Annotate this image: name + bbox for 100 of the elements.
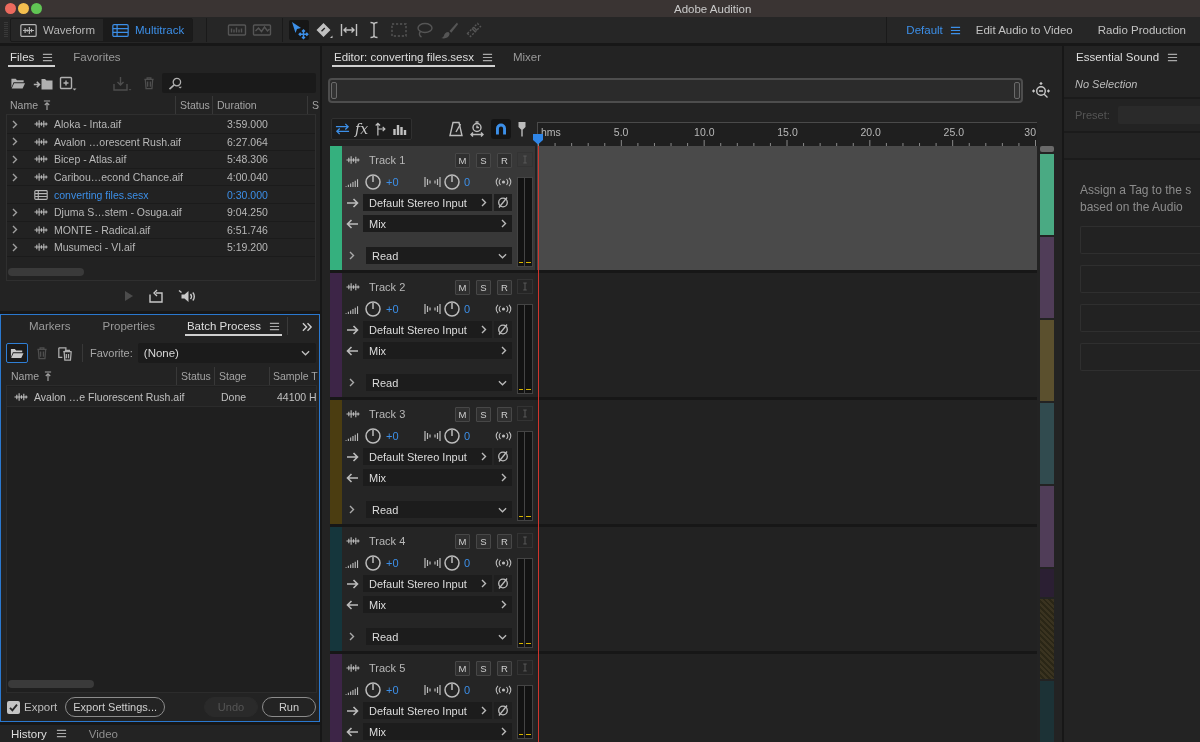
workspace-tab[interactable]: Edit Audio to Video [975, 24, 1073, 36]
automation-select[interactable]: Read [366, 628, 512, 645]
track-header[interactable]: Track 4 M S R +0 0 Default Stereo Input Mix Read [330, 527, 535, 651]
solo-button[interactable]: S [476, 406, 491, 422]
input-select[interactable]: Default Stereo Input [363, 194, 492, 211]
pan-value[interactable]: 0 [464, 430, 471, 442]
solo-button[interactable]: S [476, 660, 491, 676]
chevron-right-icon[interactable] [349, 505, 355, 514]
track-name[interactable]: Track 4 [369, 535, 406, 547]
pan-knob[interactable] [444, 428, 460, 444]
pan-value[interactable]: 0 [464, 557, 471, 569]
menu-icon[interactable] [269, 320, 281, 332]
solo-button[interactable]: S [476, 533, 491, 549]
chevron-right-icon[interactable] [349, 378, 355, 387]
mute-button[interactable]: M [455, 406, 470, 422]
panel-tab[interactable]: Essential Sound [1074, 46, 1181, 67]
panel-tab[interactable]: Editor: converting files.sesx [332, 46, 495, 67]
swap-arrows-icon[interactable] [335, 122, 350, 136]
mode-button[interactable]: Waveform [11, 19, 103, 41]
minimize-icon[interactable] [18, 3, 29, 14]
close-icon[interactable] [5, 3, 16, 14]
magnet-icon[interactable] [491, 119, 511, 139]
input-select[interactable]: Default Stereo Input [363, 575, 492, 592]
effects-button[interactable]: fx [354, 121, 370, 137]
volume-knob[interactable] [365, 555, 381, 571]
maximize-icon[interactable] [31, 3, 42, 14]
output-select[interactable]: Mix [363, 723, 512, 740]
track-name[interactable]: Track 1 [369, 154, 406, 166]
chevron-right-icon[interactable] [349, 251, 355, 260]
pan-knob[interactable] [444, 174, 460, 190]
track-header[interactable]: Track 5 M S R +0 0 Default Stereo Input Mix [330, 654, 535, 742]
automation-select[interactable]: Read [366, 501, 512, 518]
file-row[interactable]: converting files.sesx 0:30.000 [7, 186, 315, 204]
radio-waves-icon[interactable] [495, 177, 512, 187]
track-header[interactable]: Track 3 M S R +0 0 Default Stereo Input Mix Read [330, 400, 535, 524]
input-select[interactable]: Default Stereo Input [363, 702, 492, 719]
pan-value[interactable]: 0 [464, 176, 471, 188]
panel-tab[interactable]: Batch Process [184, 315, 283, 336]
track-name[interactable]: Track 2 [369, 281, 406, 293]
input-select[interactable]: Default Stereo Input [363, 321, 492, 338]
panel-tab[interactable]: Favorites [71, 46, 123, 67]
solo-button[interactable]: S [476, 152, 491, 168]
panel-tab[interactable]: Mixer [511, 46, 544, 67]
folder-icon[interactable] [10, 76, 26, 90]
timer-arrows-icon[interactable] [469, 121, 485, 137]
pan-value[interactable]: 0 [464, 303, 471, 315]
solo-button[interactable]: S [476, 279, 491, 295]
pan-knob[interactable] [444, 682, 460, 698]
mute-button[interactable]: M [455, 660, 470, 676]
panel-tab[interactable]: History [11, 727, 67, 740]
record-arm-button[interactable]: R [497, 152, 512, 168]
automation-select[interactable]: Read [366, 374, 512, 391]
pan-knob[interactable] [444, 555, 460, 571]
favorite-dropdown[interactable]: (None) [137, 343, 316, 363]
radio-waves-icon[interactable] [495, 685, 512, 695]
menu-icon[interactable] [482, 51, 493, 63]
output-select[interactable]: Mix [363, 596, 512, 613]
record-arm-button[interactable]: R [497, 279, 512, 295]
radio-waves-icon[interactable] [495, 558, 512, 568]
scrollbar-thumb[interactable] [8, 268, 84, 276]
volume-value[interactable]: +0 [386, 557, 416, 569]
volume-value[interactable]: +0 [386, 303, 416, 315]
column-header[interactable]: Status [180, 99, 210, 111]
panel-tab[interactable]: Video [88, 727, 118, 740]
file-row[interactable]: Caribou…econd Chance.aif 4:00.040 [7, 168, 315, 187]
batch-row[interactable]: Avalon …e Fluorescent Rush.aif Done 44100 H [7, 387, 316, 407]
loop-icon[interactable] [148, 289, 164, 303]
panel-tab[interactable]: Files [8, 46, 56, 67]
column-header[interactable]: Sample T [273, 370, 318, 382]
mute-button[interactable]: M [455, 533, 470, 549]
menu-icon[interactable] [1167, 51, 1179, 63]
panel-tab[interactable]: Markers [27, 315, 73, 336]
panel-tab[interactable]: Properties [100, 315, 157, 336]
razor-blade-icon[interactable] [314, 20, 335, 40]
menu-icon[interactable] [55, 728, 67, 739]
file-row[interactable]: MONTE - Radical.aif 6:51.746 [7, 221, 315, 240]
scrollbar-thumb[interactable] [8, 680, 94, 688]
column-header[interactable]: Name [10, 99, 51, 111]
file-row[interactable]: Djuma S…stem - Osuga.aif 9:04.250 [7, 203, 315, 222]
track-name[interactable]: Track 3 [369, 408, 406, 420]
new-file-plus-icon[interactable] [59, 75, 77, 91]
workspace-tab[interactable]: Radio Production [1097, 24, 1186, 36]
file-row[interactable]: Musumeci - VI.aif 5:19.200 [7, 239, 315, 257]
track-lane[interactable] [537, 146, 1037, 270]
output-select[interactable]: Mix [363, 215, 512, 232]
column-header[interactable]: Status [181, 370, 211, 382]
radio-waves-icon[interactable] [495, 304, 512, 314]
bar-chart-icon[interactable] [392, 122, 408, 136]
automation-select[interactable]: Read [366, 247, 512, 264]
volume-knob[interactable] [365, 174, 381, 190]
column-header[interactable]: Name [11, 370, 52, 382]
overview-scrollbar[interactable] [328, 78, 1023, 103]
clipboard-trash-icon[interactable] [56, 345, 74, 361]
menu-icon[interactable] [42, 51, 54, 63]
speaker-icon[interactable] [178, 288, 196, 304]
mode-button[interactable]: Multitrack [103, 19, 193, 41]
mute-button[interactable]: M [455, 152, 470, 168]
record-arm-button[interactable]: R [497, 406, 512, 422]
file-row[interactable]: Bicep - Atlas.aif 5:48.306 [7, 151, 315, 169]
output-select[interactable]: Mix [363, 342, 512, 359]
